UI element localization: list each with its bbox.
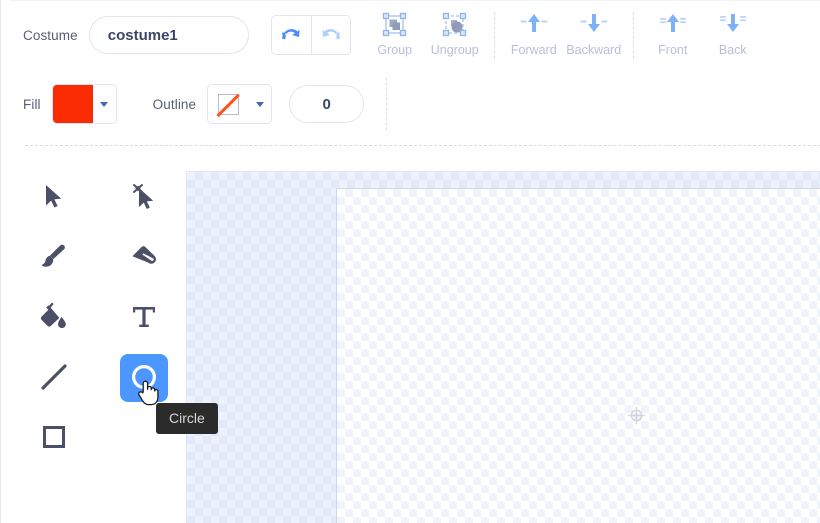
fill-color-picker[interactable] [51,84,117,124]
tool-fill[interactable] [30,294,78,342]
tool-line[interactable] [30,354,78,402]
backward-label: Backward [566,43,622,57]
undo-icon [280,24,302,47]
text-icon [130,303,158,334]
back-label: Back [718,43,747,57]
tool-select[interactable] [30,174,78,222]
tool-reshape[interactable] [120,174,168,222]
back-button[interactable]: Back [703,6,763,64]
forward-icon [519,9,549,39]
outline-color-picker[interactable] [207,84,273,124]
toolbar-section-divider [25,145,820,146]
toolbar-divider-2 [632,12,634,58]
fill-label: Fill [23,96,41,112]
tool-brush[interactable] [30,234,78,282]
redo-icon [320,24,342,47]
ungroup-icon [441,9,468,39]
eraser-icon [129,243,159,274]
undo-button[interactable] [271,16,311,54]
forward-button[interactable]: Forward [504,6,564,64]
ungroup-button[interactable]: Ungroup [425,6,485,64]
canvas-center-crosshair-icon [627,406,646,430]
back-icon [718,9,748,39]
outline-color-swatch[interactable] [208,85,249,123]
redo-button[interactable] [310,16,350,54]
circle-icon [130,363,158,394]
order-extreme-ops: Front Back [643,6,763,64]
toolbar-divider-1 [493,12,495,58]
group-button[interactable]: Group [365,6,425,64]
style-toolbar-divider [386,78,388,130]
order-step-ops: Forward Backward [504,6,624,64]
costume-toolbar: Costume costume1 Group Ungroup Forward B… [10,0,820,70]
front-icon [658,9,688,39]
outline-label: Outline [152,96,197,112]
stroke-width-input[interactable] [289,85,365,123]
history-button-group [270,15,351,55]
brush-icon [39,242,69,275]
front-label: Front [658,43,688,57]
select-arrow-icon [41,183,67,214]
chevron-down-icon [100,101,109,107]
fill-dropdown-arrow[interactable] [92,85,116,123]
fill-color-swatch[interactable] [52,85,93,123]
costume-name-input[interactable] [88,16,249,54]
paint-canvas[interactable] [336,188,820,523]
outline-dropdown-arrow[interactable] [248,85,272,123]
paint-bucket-icon [39,302,69,335]
ungroup-label: Ungroup [430,43,479,57]
costume-label: Costume [23,27,78,43]
tool-palette [23,168,175,468]
backward-icon [579,9,609,39]
tool-text[interactable] [120,294,168,342]
front-button[interactable]: Front [643,6,703,64]
rectangle-icon [40,423,68,454]
chevron-down-icon [255,101,264,107]
group-label: Group [377,43,413,57]
forward-label: Forward [510,43,557,57]
style-toolbar: Fill Outline [10,70,820,138]
paint-editor: Costume costume1 Group Ungroup Forward B… [0,0,820,523]
line-icon [39,362,69,395]
group-ops: Group Ungroup [365,6,485,64]
tool-eraser[interactable] [120,234,168,282]
tool-tooltip: Circle [156,403,218,434]
tool-rectangle[interactable] [30,414,78,462]
tool-circle[interactable] [120,354,168,402]
paint-canvas-backdrop[interactable] [186,171,820,523]
reshape-icon [129,182,159,215]
group-icon [381,9,408,39]
backward-button[interactable]: Backward [564,6,624,64]
